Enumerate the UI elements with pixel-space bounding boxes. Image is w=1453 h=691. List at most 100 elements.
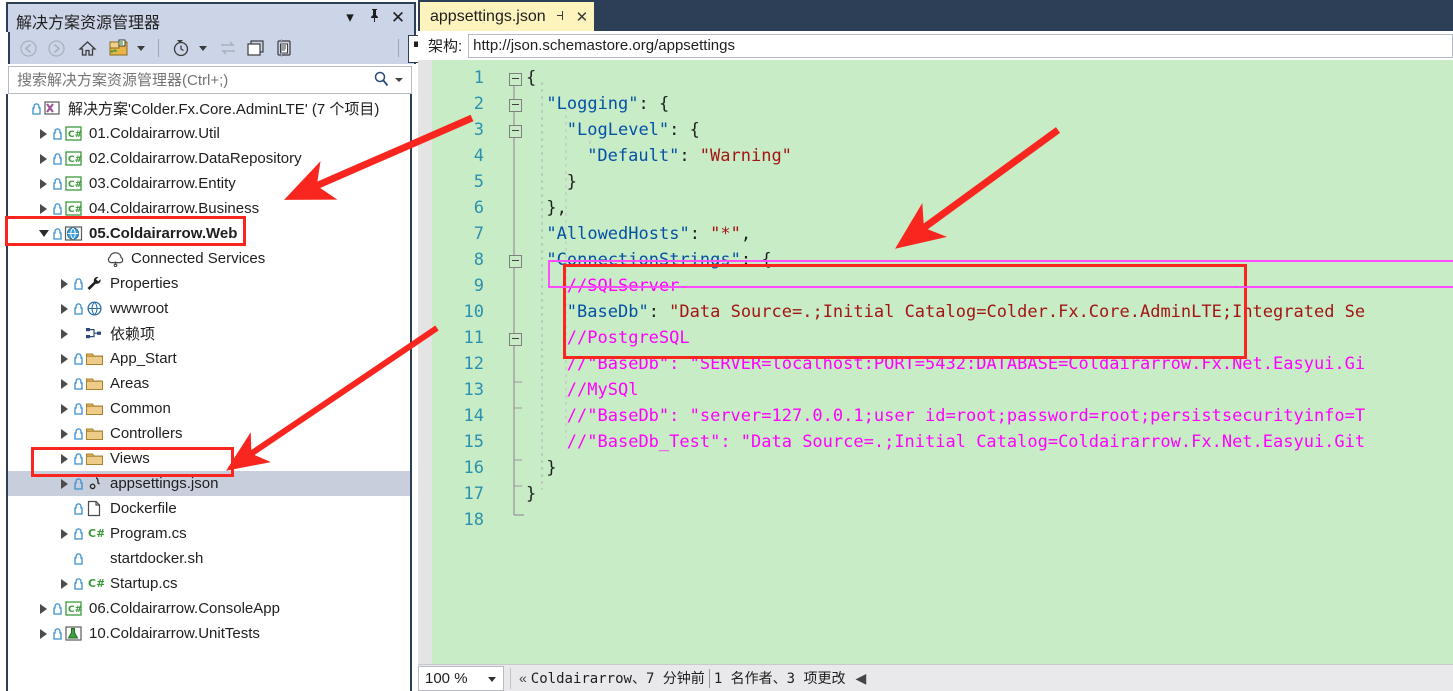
lock-icon: [73, 527, 84, 540]
sync-icon[interactable]: [216, 36, 240, 60]
tree-item-01.coldairarrow.util[interactable]: C# 01.Coldairarrow.Util: [8, 121, 410, 146]
tab-close-icon[interactable]: ✕: [576, 8, 589, 26]
tree-item-app_start[interactable]: App_Start: [8, 346, 410, 371]
chevron-right-icon[interactable]: [35, 128, 52, 139]
chevron-right-icon[interactable]: [56, 528, 73, 539]
search-icon[interactable]: [374, 71, 389, 93]
tree-item-dockerfile[interactable]: Dockerfile: [8, 496, 410, 521]
chevron-right-icon[interactable]: [35, 628, 52, 639]
chevron-right-icon[interactable]: [56, 428, 73, 439]
tab-appsettings-json[interactable]: appsettings.json ✕: [420, 2, 595, 31]
code-line[interactable]: //"BaseDb": "server=127.0.0.1;user id=ro…: [567, 403, 1365, 429]
close-icon[interactable]: ✕: [388, 8, 408, 28]
csharp-project-icon: C#: [63, 200, 84, 217]
line-number: 14: [463, 406, 484, 426]
code-line[interactable]: }: [546, 455, 556, 481]
chevron-right-icon[interactable]: [56, 403, 73, 414]
new-folder-dropdown-caret[interactable]: [134, 36, 148, 60]
toolbar-separator: [158, 39, 159, 57]
search-options-caret[interactable]: [395, 78, 403, 82]
chevron-right-icon[interactable]: [35, 178, 52, 189]
code-editor[interactable]: 1{2 "Logging": {3 "LogLevel": {4 "Default":…: [418, 60, 1453, 664]
tree-item-label: Controllers: [110, 425, 183, 442]
tree-item-controllers[interactable]: Controllers: [8, 421, 410, 446]
chevron-right-icon[interactable]: [56, 578, 73, 589]
pending-changes-caret[interactable]: [196, 36, 210, 60]
git-last-commit[interactable]: Coldairarrow、7 分钟前: [531, 668, 705, 688]
tree-item-areas[interactable]: Areas: [8, 371, 410, 396]
tree-item------colder.fx.core.adminlte---7-----[interactable]: 解决方案'Colder.Fx.Core.AdminLTE' (7 个项目): [8, 96, 410, 121]
fold-toggle-icon[interactable]: [509, 73, 522, 86]
code-line[interactable]: "Logging": {: [546, 91, 669, 117]
lock-icon: [52, 127, 63, 140]
tree-item-03.coldairarrow.entity[interactable]: C# 03.Coldairarrow.Entity: [8, 171, 410, 196]
code-line[interactable]: "AllowedHosts": "*",: [546, 221, 751, 247]
chevron-right-icon[interactable]: [35, 153, 52, 164]
tree-item-common[interactable]: Common: [8, 396, 410, 421]
tree-item-06.coldairarrow.consoleapp[interactable]: C# 06.Coldairarrow.ConsoleApp: [8, 596, 410, 621]
pending-changes-icon[interactable]: [168, 36, 194, 60]
svg-text:C#: C#: [68, 205, 82, 215]
code-line[interactable]: //MySQl: [567, 377, 639, 403]
lock-icon: [52, 602, 63, 615]
tree-item-program.cs[interactable]: C# Program.cs: [8, 521, 410, 546]
back-icon[interactable]: [16, 36, 40, 60]
chevron-right-icon[interactable]: [56, 278, 73, 289]
code-line[interactable]: {: [526, 65, 536, 91]
code-token: {: [526, 68, 537, 88]
csharp-project-icon: C#: [63, 600, 84, 617]
chevron-right-icon[interactable]: [56, 328, 73, 339]
code-line[interactable]: "LogLevel": {: [567, 117, 700, 143]
fold-toggle-icon[interactable]: [509, 125, 522, 138]
line-number: 12: [463, 354, 484, 374]
scroll-left-arrow-icon[interactable]: ◀: [856, 670, 867, 687]
chevron-right-icon[interactable]: [56, 478, 73, 489]
tree-item-label: appsettings.json: [110, 475, 219, 492]
fold-toggle-icon[interactable]: [509, 255, 522, 268]
tree-item-wwwroot[interactable]: wwwroot: [8, 296, 410, 321]
code-line[interactable]: }: [567, 169, 577, 195]
code-token: "*": [710, 224, 741, 244]
schema-url-input[interactable]: [468, 33, 1453, 58]
tab-pin-icon[interactable]: [556, 9, 567, 25]
show-all-files-icon[interactable]: [272, 36, 296, 60]
tree-item-10.coldairarrow.unittests[interactable]: 10.Coldairarrow.UnitTests: [8, 621, 410, 646]
tree-item-startdocker.sh[interactable]: startdocker.sh: [8, 546, 410, 571]
properties-window-icon[interactable]: [244, 36, 268, 60]
code-line[interactable]: },: [546, 195, 566, 221]
fold-toggle-icon[interactable]: [509, 333, 522, 346]
folder-icon: [84, 400, 105, 417]
code-line[interactable]: "Default": "Warning": [587, 143, 792, 169]
search-input[interactable]: [15, 71, 369, 90]
tree-item-properties[interactable]: Properties: [8, 271, 410, 296]
forward-icon[interactable]: [44, 36, 68, 60]
solution-explorer-search[interactable]: [8, 66, 412, 94]
tree-item-02.coldairarrow.datarepository[interactable]: C# 02.Coldairarrow.DataRepository: [8, 146, 410, 171]
chevron-right-icon[interactable]: [35, 603, 52, 614]
new-folder-icon[interactable]: [106, 36, 132, 60]
line-number: 17: [463, 484, 484, 504]
code-line[interactable]: }: [526, 481, 536, 507]
chevron-down-icon[interactable]: ▾: [340, 8, 360, 28]
svg-text:C#: C#: [88, 577, 104, 590]
chevron-right-icon[interactable]: [35, 203, 52, 214]
code-token: : {: [638, 94, 670, 114]
tree-item-connected-services[interactable]: Connected Services: [8, 246, 410, 271]
home-icon[interactable]: [74, 36, 100, 60]
line-number: 2: [473, 94, 484, 114]
chevron-right-icon[interactable]: [56, 353, 73, 364]
csharp-project-icon: C#: [63, 125, 84, 142]
chevron-down-icon[interactable]: [488, 676, 496, 682]
tree-item-startup.cs[interactable]: C# Startup.cs: [8, 571, 410, 596]
zoom-level-selector[interactable]: 100 %: [418, 665, 504, 691]
lock-icon: [52, 152, 63, 165]
git-authors-changes[interactable]: 1 名作者、3 项更改: [714, 668, 846, 688]
pin-icon[interactable]: [364, 8, 384, 28]
tree-item----[interactable]: 依赖项: [8, 321, 410, 346]
solution-tree[interactable]: 解决方案'Colder.Fx.Core.AdminLTE' (7 个项目) C# 0…: [8, 96, 410, 686]
chevron-right-icon[interactable]: [56, 303, 73, 314]
code-token: "Logging": [546, 94, 639, 114]
code-line[interactable]: //"BaseDb_Test": "Data Source=.;Initial …: [567, 429, 1365, 455]
fold-toggle-icon[interactable]: [509, 99, 522, 112]
chevron-right-icon[interactable]: [56, 378, 73, 389]
